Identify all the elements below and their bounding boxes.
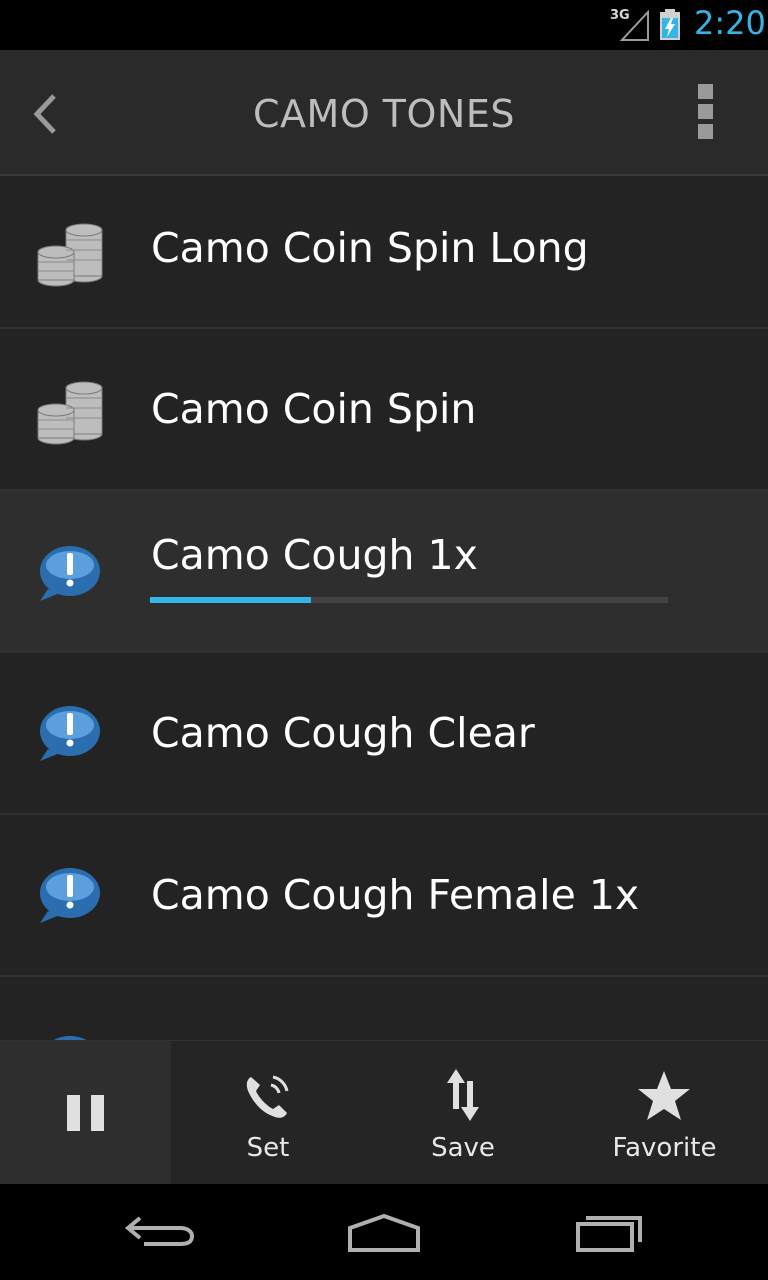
list-item-playing[interactable]: Camo Cough 1x — [0, 491, 768, 653]
list-item[interactable]: Camo Cough Female 1x — [0, 815, 768, 977]
overflow-menu-button[interactable] — [688, 82, 724, 144]
list-item[interactable]: Camo Cough Clear — [0, 653, 768, 815]
save-label: Save — [431, 1133, 495, 1163]
overflow-dot — [698, 84, 713, 99]
pause-icon — [67, 1095, 104, 1131]
status-bar: 3G 2:20 — [0, 0, 768, 50]
favorite-label: Favorite — [612, 1133, 717, 1163]
list-item[interactable]: Camo Coin Spin — [0, 329, 768, 491]
back-icon[interactable] — [122, 1204, 196, 1260]
clock: 2:20 — [694, 4, 766, 42]
ringtone-title: Camo Coin Spin — [151, 385, 477, 433]
set-label: Set — [246, 1133, 290, 1163]
overflow-dot — [698, 124, 713, 139]
ringtone-title: Camo Cough Female 1x — [151, 871, 640, 919]
exclamation-bubble-icon — [40, 868, 100, 923]
list-item-partial[interactable] — [0, 977, 768, 1040]
overflow-dot — [698, 104, 713, 119]
ringtone-list[interactable]: Camo Coin Spin Long Camo Coin Spin Camo … — [0, 178, 768, 1040]
battery-icon — [660, 9, 680, 40]
playback-progress-fill — [150, 597, 311, 603]
exclamation-bubble-icon — [53, 1036, 87, 1040]
exclamation-bubble-icon — [40, 546, 100, 601]
signal-icon — [620, 10, 649, 41]
favorite-button[interactable]: Favorite — [561, 1041, 768, 1185]
list-item[interactable]: Camo Coin Spin Long — [0, 178, 768, 329]
set-button[interactable]: Set — [171, 1041, 365, 1185]
coins-icon — [37, 223, 103, 287]
ringtone-title: Camo Coin Spin Long — [151, 224, 589, 272]
playback-progress[interactable] — [150, 597, 668, 603]
ringtone-title: Camo Cough 1x — [151, 531, 478, 579]
phone-ringing-icon — [246, 1075, 289, 1118]
recents-icon[interactable] — [574, 1204, 648, 1260]
save-button[interactable]: Save — [365, 1041, 561, 1185]
ringtone-title: Camo Cough Clear — [151, 709, 535, 757]
star-icon — [638, 1071, 690, 1120]
pause-button[interactable] — [0, 1041, 171, 1185]
up-down-arrows-icon — [447, 1069, 479, 1121]
home-icon[interactable] — [346, 1204, 422, 1260]
exclamation-bubble-icon — [40, 706, 100, 761]
page-title: CAMO TONES — [253, 92, 515, 136]
system-navigation-bar — [0, 1184, 768, 1280]
coins-icon — [37, 381, 103, 445]
action-bar: CAMO TONES — [0, 50, 768, 176]
bottom-toolbar: Set Save Favorite — [0, 1040, 768, 1185]
